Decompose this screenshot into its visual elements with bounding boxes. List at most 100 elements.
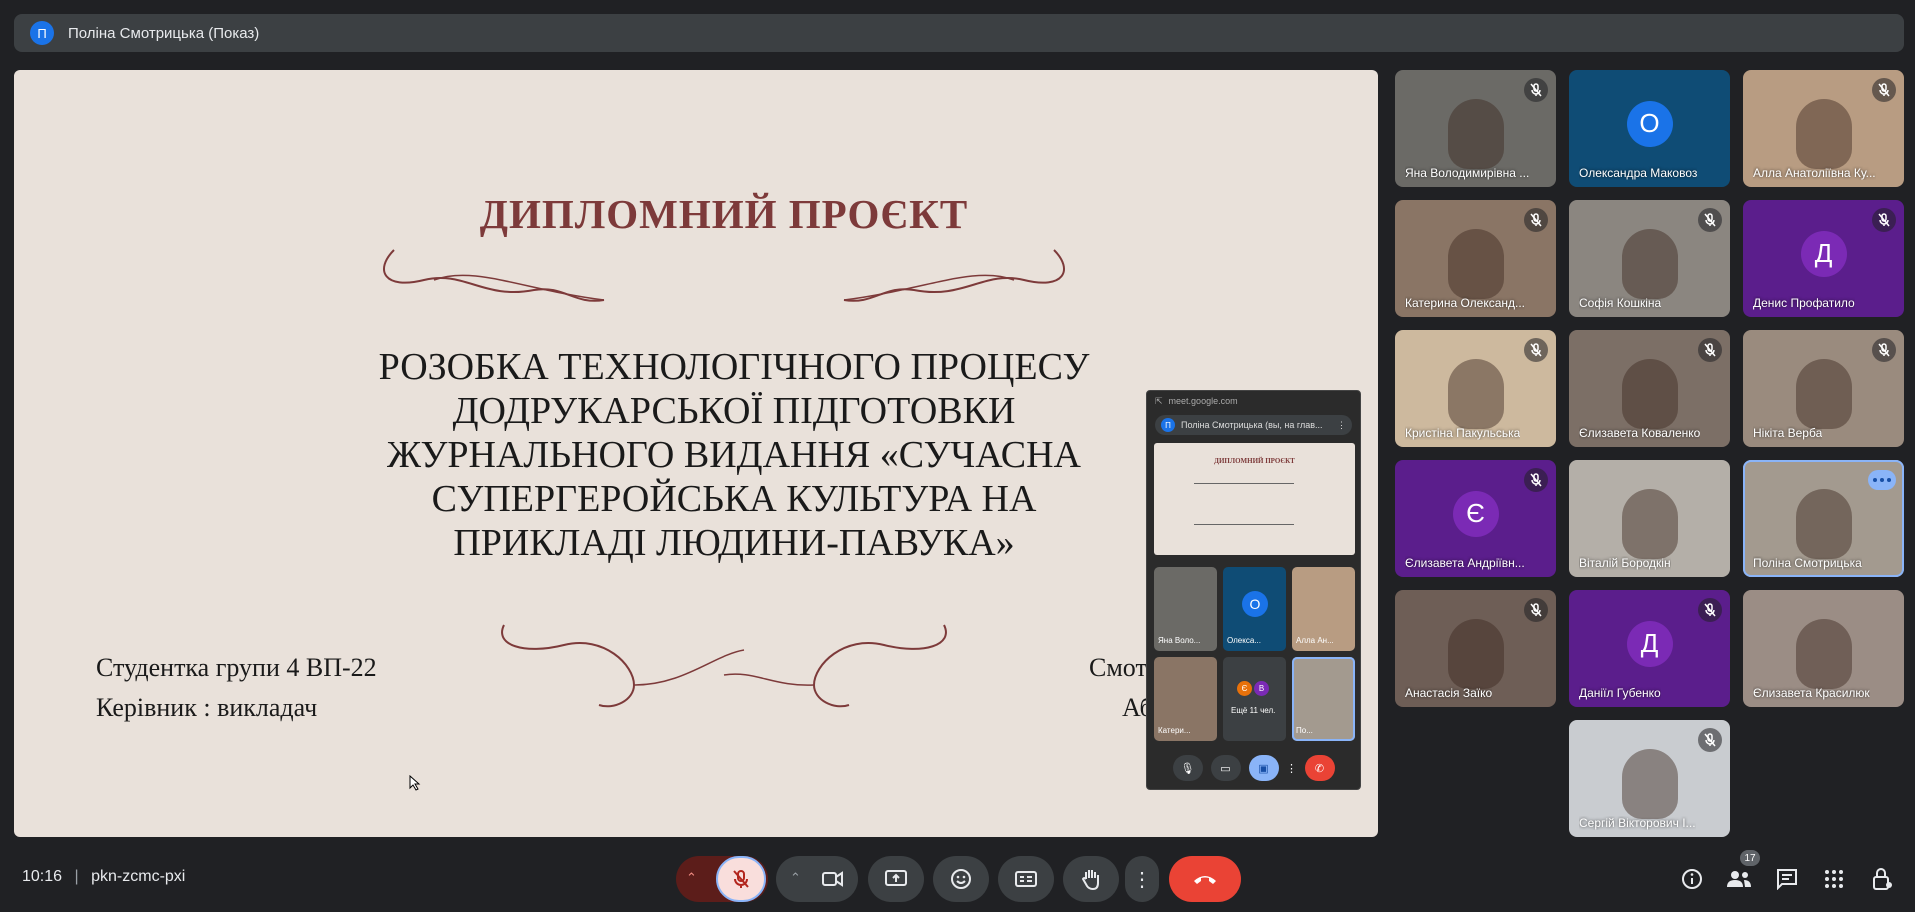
more-vert-icon[interactable]: ⋮ xyxy=(1337,420,1346,431)
mic-off-icon xyxy=(1524,468,1548,492)
mic-off-icon xyxy=(1872,338,1896,362)
info-icon xyxy=(1682,869,1702,889)
leave-call-button[interactable] xyxy=(1169,856,1241,902)
pip-tile[interactable]: Катери... xyxy=(1154,657,1217,741)
participant-tile[interactable]: Алла Анатоліївна Ку... xyxy=(1743,70,1904,187)
people-icon xyxy=(1727,871,1751,887)
participant-tile[interactable]: Поліна Смотрицька xyxy=(1743,460,1904,577)
presenter-avatar: П xyxy=(30,21,54,45)
people-button[interactable] xyxy=(1724,864,1754,894)
participant-video xyxy=(1795,619,1852,690)
mic-off-icon xyxy=(1872,208,1896,232)
mic-toggle-button[interactable] xyxy=(716,856,766,902)
mic-off-icon xyxy=(1524,78,1548,102)
participant-avatar: Д xyxy=(1626,620,1673,667)
presenter-title: Поліна Смотрицька (Показ) xyxy=(68,24,260,42)
supervisor-label: Керівник : викладач xyxy=(96,693,318,722)
pip-url-bar: ⇱ meet.google.com xyxy=(1147,391,1360,411)
participant-tile[interactable]: Софія Кошкіна xyxy=(1569,200,1730,317)
pip-slide-lines xyxy=(1194,483,1294,525)
participant-tile[interactable]: Нікіта Верба xyxy=(1743,330,1904,447)
pip-slide-heading: ДИПЛОМНИЙ ПРОЄКТ xyxy=(1214,457,1295,465)
mic-off-icon xyxy=(1524,338,1548,362)
participant-tile[interactable]: Єлизавета Коваленко xyxy=(1569,330,1730,447)
pip-camera-button[interactable]: ▭ xyxy=(1210,755,1241,781)
participant-tile[interactable]: Сергій Вікторович І... xyxy=(1569,720,1730,837)
pip-leave-button[interactable]: ✆ xyxy=(1304,755,1335,781)
pip-avatar: О xyxy=(1242,591,1268,617)
pip-tile-more[interactable]: Є В Ещё 11 чел. xyxy=(1223,657,1286,741)
apps-grid-icon xyxy=(1825,870,1843,888)
participant-video xyxy=(1447,619,1504,690)
pip-participant-grid: Яна Воло... О Олекса... Алла Ан... Катер… xyxy=(1154,567,1355,741)
pip-tile[interactable]: По... xyxy=(1292,657,1355,741)
participant-tile[interactable]: О Олександра Маковоз xyxy=(1569,70,1730,187)
mic-options-button[interactable]: ⌃ xyxy=(686,870,697,886)
participant-tile[interactable]: Д Денис Профатило xyxy=(1743,200,1904,317)
mic-off-icon xyxy=(1524,598,1548,622)
chat-button[interactable] xyxy=(1772,864,1802,894)
pip-more-avatars: Є В xyxy=(1237,681,1269,696)
pip-tile[interactable]: Алла Ан... xyxy=(1292,567,1355,651)
participant-name: Кристіна Пакульська xyxy=(1405,426,1521,440)
pip-tile[interactable]: Яна Воло... xyxy=(1154,567,1217,651)
participant-tile[interactable]: Віталій Бородкін xyxy=(1569,460,1730,577)
camera-options-button[interactable]: ⌃ xyxy=(790,870,801,886)
participant-tile[interactable]: Кристіна Пакульська xyxy=(1395,330,1556,447)
chat-icon xyxy=(1777,869,1797,890)
participant-video xyxy=(1621,749,1678,820)
mouse-cursor-icon xyxy=(409,775,421,791)
participant-grid: Яна Володимирівна ... О Олександра Маковоз… xyxy=(1395,70,1905,837)
participant-name: Алла Анатоліївна Ку... xyxy=(1753,166,1876,180)
pip-tile[interactable]: О Олекса... xyxy=(1223,567,1286,651)
meeting-details-button[interactable] xyxy=(1677,864,1707,894)
camera-icon[interactable] xyxy=(822,870,844,888)
participant-tile[interactable]: Єлизавета Красилюк xyxy=(1743,590,1904,707)
raise-hand-button[interactable] xyxy=(1063,856,1119,902)
pip-presenter-pill[interactable]: П Поліна Смотрицька (вы, на глав... ⋮ xyxy=(1155,415,1352,435)
bottom-toolbar: 10:16 | pkn-zcmc-pxi ⌃ ⌃ ⋮ 17 xyxy=(0,850,1915,912)
participant-tile[interactable]: Катерина Олександ... xyxy=(1395,200,1556,317)
present-button[interactable] xyxy=(868,856,924,902)
participant-avatar: Д xyxy=(1800,230,1847,277)
camera-group: ⌃ xyxy=(776,856,858,902)
swirl-decoration xyxy=(383,249,1065,302)
present-screen-icon xyxy=(885,870,907,886)
pip-mic-button[interactable]: 🎙 xyxy=(1172,755,1203,781)
participant-video xyxy=(1621,229,1678,300)
participant-name: Анастасія Заїко xyxy=(1405,686,1493,700)
pip-window[interactable]: ⇱ meet.google.com П Поліна Смотрицька (в… xyxy=(1146,390,1361,790)
more-options-button[interactable]: ⋮ xyxy=(1125,856,1159,902)
captions-icon xyxy=(1015,871,1037,887)
slide-main-title: РОЗОБКА ТЕХНОЛОГІЧНОГО ПРОЦЕСУ ДОДРУКАРС… xyxy=(378,346,1090,564)
participant-tile[interactable]: Є Єлизавета Андріївн... xyxy=(1395,460,1556,577)
mic-off-icon xyxy=(1698,598,1722,622)
participant-name: Софія Кошкіна xyxy=(1579,296,1662,310)
clock: 10:16 xyxy=(22,868,63,885)
student-label: Студентка групи 4 ВП-22 xyxy=(96,653,377,682)
participant-video xyxy=(1447,359,1504,430)
more-vert-icon: ⋮ xyxy=(1132,868,1152,891)
hand-icon xyxy=(1081,870,1099,890)
participant-avatar: Є xyxy=(1452,490,1499,537)
participant-tile[interactable]: Яна Володимирівна ... xyxy=(1395,70,1556,187)
host-controls-button[interactable] xyxy=(1868,864,1898,894)
captions-button[interactable] xyxy=(998,856,1054,902)
participant-tile[interactable]: Анастасія Заїко xyxy=(1395,590,1556,707)
mic-off-icon xyxy=(1698,728,1722,752)
participant-name: Єлизавета Андріївн... xyxy=(1405,556,1525,570)
activities-button[interactable] xyxy=(1819,864,1849,894)
pip-controls: 🎙 ▭ ▣ ⋮ ✆ xyxy=(1147,747,1360,789)
pip-more-button[interactable]: ⋮ xyxy=(1286,755,1297,781)
pip-present-button[interactable]: ▣ xyxy=(1248,755,1279,781)
mic-off-icon xyxy=(1872,78,1896,102)
participant-name: Сергій Вікторович І... xyxy=(1579,816,1696,830)
participant-name: Денис Профатило xyxy=(1753,296,1855,310)
participant-video xyxy=(1795,99,1852,170)
participant-tile[interactable]: Д Даніїл Губенко xyxy=(1569,590,1730,707)
reactions-button[interactable] xyxy=(933,856,989,902)
participant-name: Яна Володимирівна ... xyxy=(1405,166,1530,180)
speaking-indicator-icon xyxy=(1868,470,1896,490)
pip-url: meet.google.com xyxy=(1168,396,1238,406)
expand-icon[interactable]: ⇱ xyxy=(1155,396,1163,407)
